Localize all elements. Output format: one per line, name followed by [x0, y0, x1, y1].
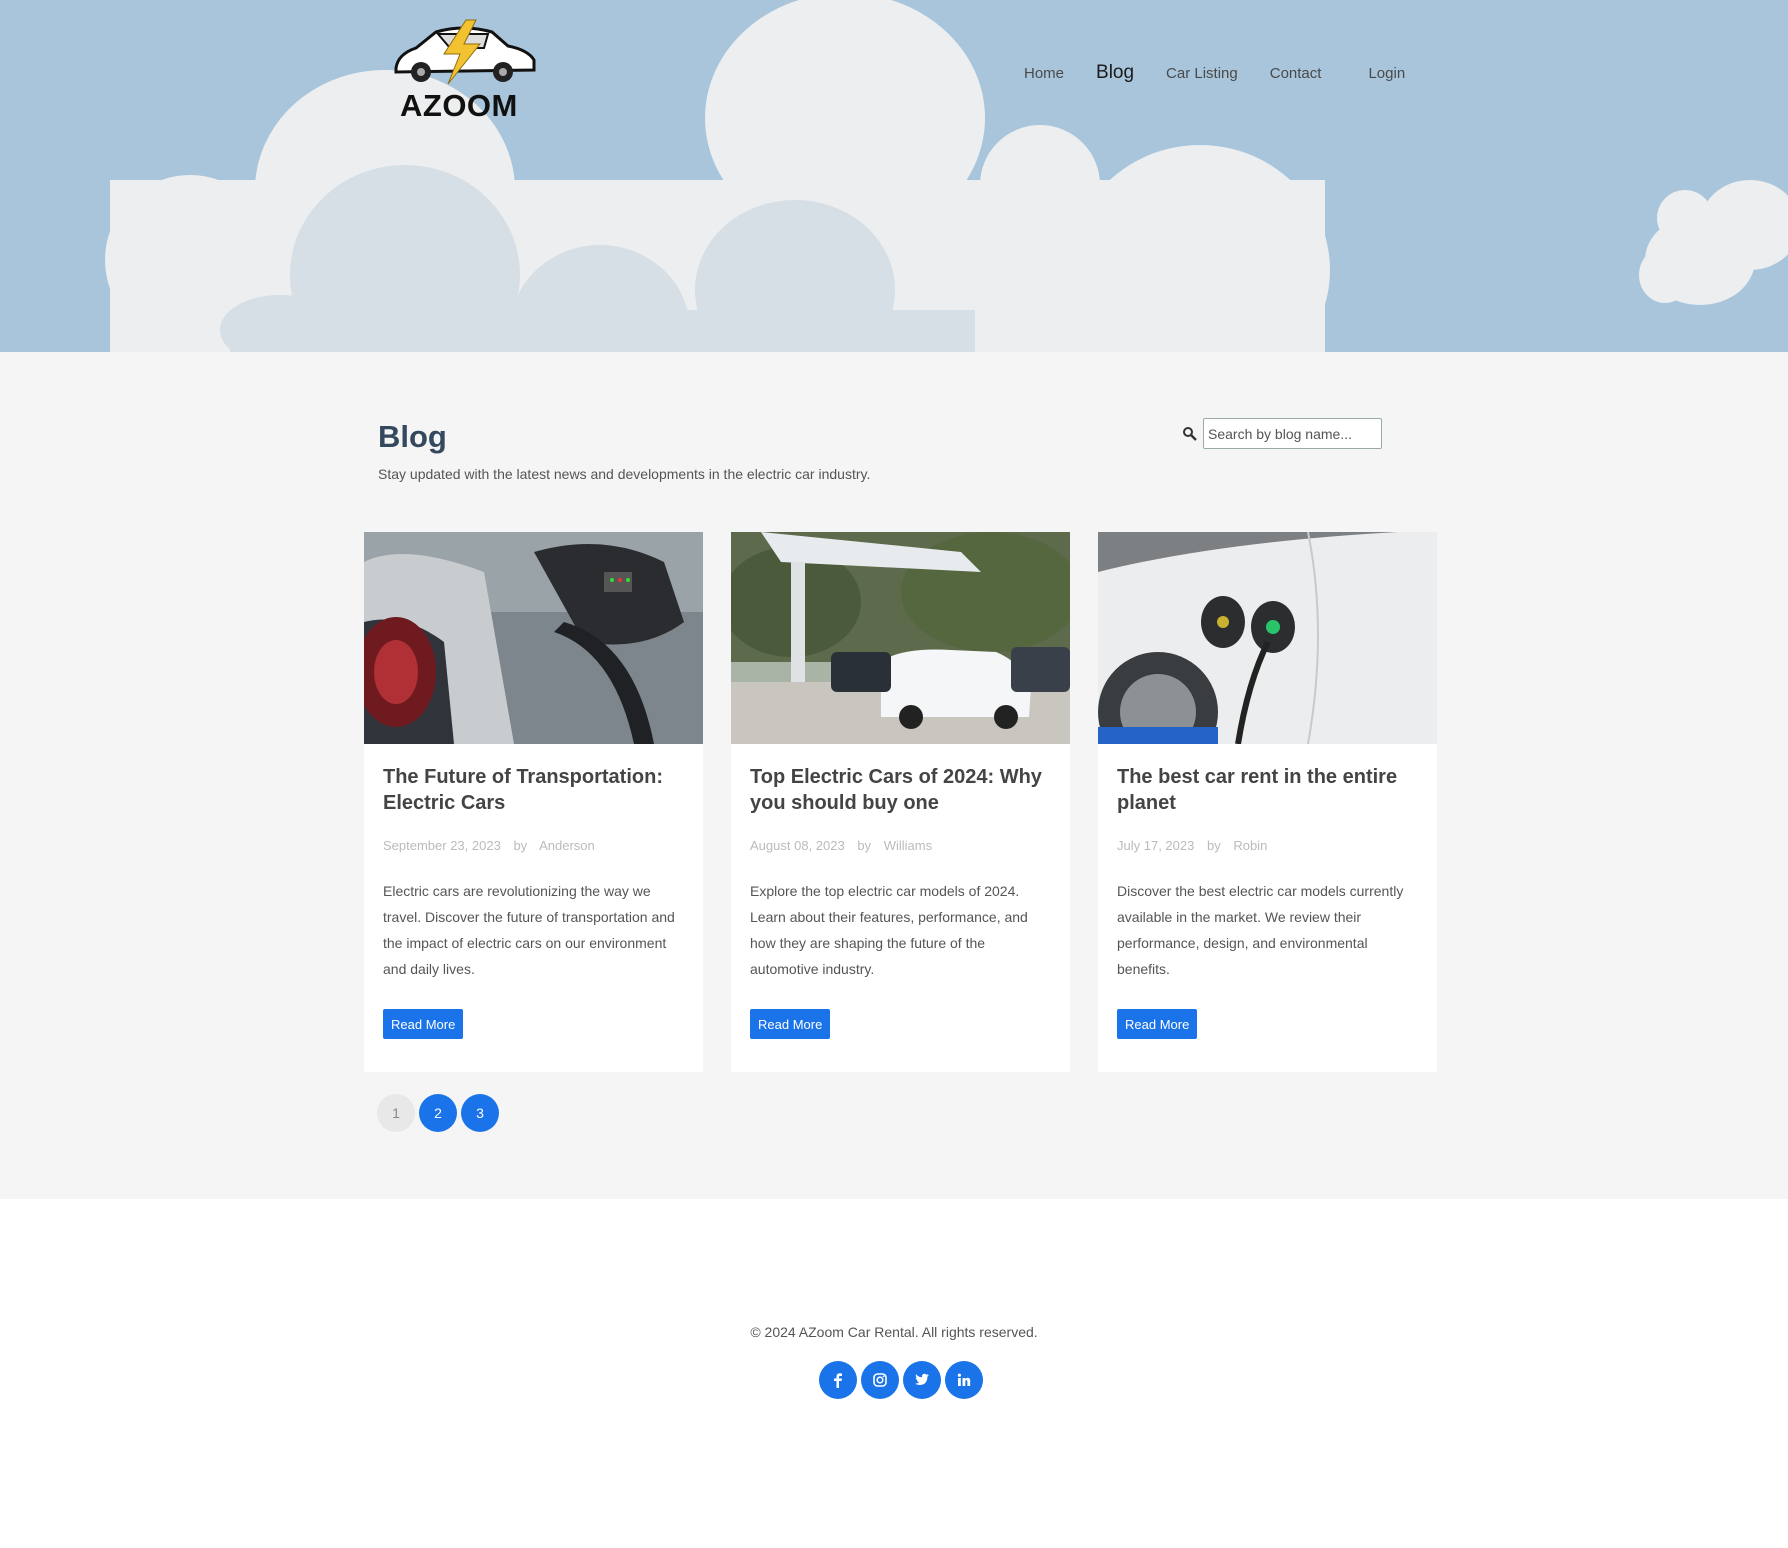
site-header: AZOOM Home Blog Car Listing Contact Logi… — [0, 0, 1788, 352]
card-meta: September 23, 2023 by Anderson — [383, 838, 604, 853]
social-links — [819, 1361, 983, 1399]
read-more-button[interactable]: Read More — [750, 1009, 831, 1039]
nav-contact[interactable]: Contact — [1270, 65, 1322, 82]
brand-name: AZOOM — [400, 88, 518, 123]
site-footer: © 2024 AZoom Car Rental. All rights rese… — [0, 1199, 1788, 1548]
blog-search — [1182, 418, 1382, 449]
post-by: by — [857, 838, 872, 853]
search-input[interactable] — [1203, 418, 1382, 449]
blog-section: Blog Stay updated with the latest news a… — [0, 352, 1788, 1199]
card-title[interactable]: The best car rent in the entire planet — [1117, 764, 1427, 816]
charging-station-photo[interactable] — [731, 532, 1070, 744]
post-date: July 17, 2023 — [1117, 838, 1195, 853]
post-author: Robin — [1233, 838, 1268, 853]
blog-card-list: The Future of Transportation: Electric C… — [364, 532, 1437, 1072]
cloud-background — [105, 0, 1788, 352]
blog-card: Top Electric Cars of 2024: Why you shoul… — [731, 532, 1070, 1072]
nav-blog[interactable]: Blog — [1096, 62, 1134, 84]
search-icon — [1183, 426, 1197, 441]
post-by: by — [513, 838, 528, 853]
card-title[interactable]: The Future of Transportation: Electric C… — [383, 764, 693, 816]
post-author: Williams — [883, 838, 933, 853]
page-1-button[interactable]: 1 — [377, 1094, 415, 1132]
instagram-icon[interactable] — [861, 1361, 899, 1399]
ev-charging-photo[interactable] — [364, 532, 703, 744]
card-meta: July 17, 2023 by Robin — [1117, 838, 1276, 853]
car-logo-icon — [394, 19, 536, 85]
nav-login[interactable]: Login — [1368, 65, 1405, 82]
copyright-text: © 2024 AZoom Car Rental. All rights rese… — [750, 1324, 1038, 1340]
white-ev-charging-photo[interactable] — [1098, 532, 1437, 744]
card-excerpt: Explore the top electric car models of 2… — [750, 883, 1028, 977]
post-date: September 23, 2023 — [383, 838, 501, 853]
page-title: Blog — [378, 419, 447, 454]
twitter-icon[interactable] — [903, 1361, 941, 1399]
page-3-button[interactable]: 3 — [461, 1094, 499, 1132]
read-more-button[interactable]: Read More — [1117, 1009, 1198, 1039]
read-more-button[interactable]: Read More — [383, 1009, 464, 1039]
blog-card: The Future of Transportation: Electric C… — [364, 532, 703, 1072]
card-excerpt: Electric cars are revolutionizing the wa… — [383, 883, 675, 977]
card-title[interactable]: Top Electric Cars of 2024: Why you shoul… — [750, 764, 1060, 816]
post-date: August 08, 2023 — [750, 838, 845, 853]
post-author: Anderson — [539, 838, 595, 853]
page-2-button[interactable]: 2 — [419, 1094, 457, 1132]
linkedin-icon[interactable] — [945, 1361, 983, 1399]
nav-car-listing[interactable]: Car Listing — [1166, 65, 1238, 82]
brand-logo[interactable]: AZOOM — [388, 18, 538, 126]
blog-card: The best car rent in the entire planet J… — [1098, 532, 1437, 1072]
card-excerpt: Discover the best electric car models cu… — [1117, 883, 1404, 977]
pagination: 1 2 3 — [377, 1094, 503, 1132]
post-by: by — [1206, 838, 1221, 853]
card-meta: August 08, 2023 by Williams — [750, 838, 941, 853]
nav-home[interactable]: Home — [1024, 65, 1064, 82]
facebook-icon[interactable] — [819, 1361, 857, 1399]
main-nav: Home Blog Car Listing Contact Login — [1024, 62, 1405, 84]
page-subtitle: Stay updated with the latest news and de… — [378, 466, 871, 482]
